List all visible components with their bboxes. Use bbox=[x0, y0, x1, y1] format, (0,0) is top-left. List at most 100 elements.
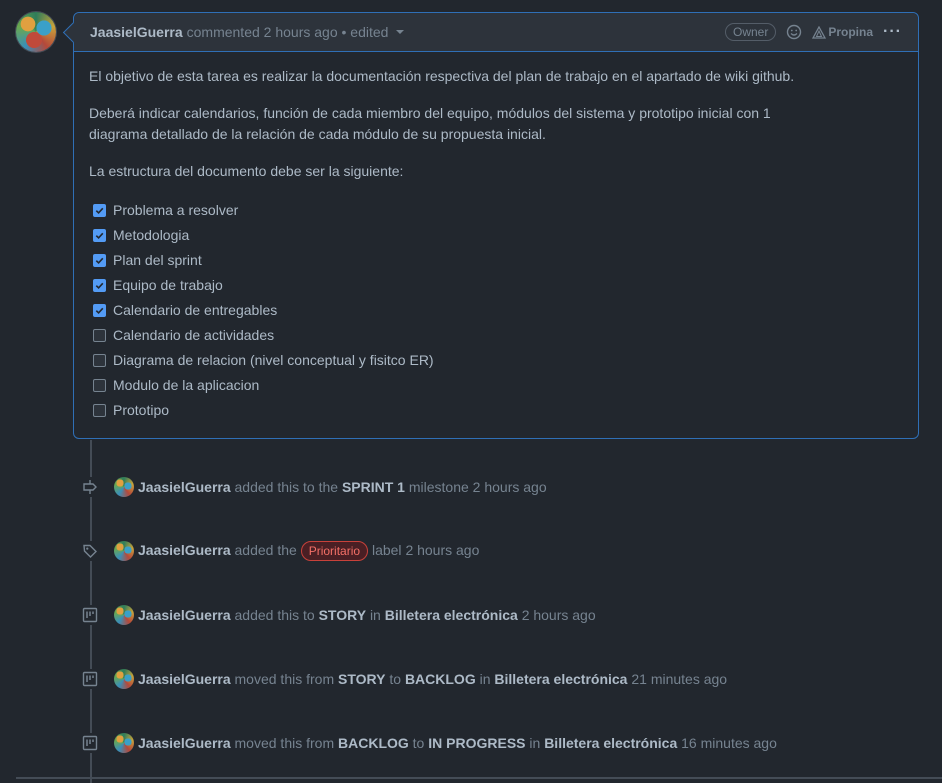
paragraph-structure: La estructura del documento debe ser la … bbox=[89, 163, 404, 179]
task-item: Modulo de la aplicacion bbox=[89, 373, 903, 398]
chevron-down-icon[interactable] bbox=[396, 30, 405, 34]
event-text-part: added the bbox=[234, 542, 297, 558]
task-checkbox[interactable] bbox=[93, 404, 106, 417]
event-text: JaasielGuerra added the Prioritario labe… bbox=[138, 541, 479, 561]
milestone-icon bbox=[80, 477, 100, 497]
comment-author-link[interactable]: JaasielGuerra bbox=[90, 24, 183, 40]
event-text-part: in bbox=[479, 671, 491, 687]
project-link[interactable]: Billetera electrónica bbox=[385, 607, 518, 623]
event-user-link[interactable]: JaasielGuerra bbox=[138, 542, 231, 558]
event-text-part: moved this from bbox=[234, 671, 335, 687]
event-time[interactable]: 2 hours ago bbox=[405, 542, 479, 558]
task-label: Metodologia bbox=[113, 227, 190, 243]
event-text-part: in bbox=[369, 607, 381, 623]
task-label: Equipo de trabajo bbox=[113, 277, 223, 293]
comment-body: El objetivo de esta tarea es realizar la… bbox=[74, 52, 918, 437]
column-name: BACKLOG bbox=[338, 735, 409, 751]
avatar[interactable] bbox=[114, 669, 134, 689]
column-name: IN PROGRESS bbox=[428, 735, 526, 751]
timeline-event-project: JaasielGuerra added this to STORY in Bil… bbox=[80, 603, 596, 627]
task-checkbox[interactable] bbox=[93, 329, 106, 342]
issue-comment: JaasielGuerra commented 2 hours ago • ed… bbox=[73, 12, 919, 439]
timeline-event-project-move: JaasielGuerra moved this from BACKLOG to… bbox=[80, 731, 777, 755]
task-label: Calendario de actividades bbox=[113, 327, 275, 343]
project-icon bbox=[80, 733, 100, 753]
task-label: Modulo de la aplicacion bbox=[113, 377, 260, 393]
milestone-link[interactable]: SPRINT 1 bbox=[342, 479, 405, 495]
paragraph-instructions-line1: Deberá indicar calendarios, función de c… bbox=[89, 105, 771, 121]
task-list: Problema a resolver Metodologia Plan del… bbox=[89, 198, 903, 423]
timeline-event-milestone: JaasielGuerra added this to the SPRINT 1… bbox=[80, 475, 547, 499]
task-label: Calendario de entregables bbox=[113, 302, 278, 318]
event-text-part: added this to the bbox=[234, 479, 339, 495]
event-user-link[interactable]: JaasielGuerra bbox=[138, 607, 231, 623]
task-checkbox[interactable] bbox=[93, 204, 106, 217]
task-label: Problema a resolver bbox=[113, 202, 239, 218]
propina-label: Propina bbox=[828, 25, 874, 39]
task-item: Metodologia bbox=[89, 223, 903, 248]
task-checkbox[interactable] bbox=[93, 229, 106, 242]
event-text-part: moved this from bbox=[234, 735, 335, 751]
divider bbox=[16, 777, 942, 779]
task-item: Equipo de trabajo bbox=[89, 273, 903, 298]
event-user-link[interactable]: JaasielGuerra bbox=[138, 671, 231, 687]
event-text-part: milestone bbox=[408, 479, 469, 495]
task-checkbox[interactable] bbox=[93, 304, 106, 317]
kebab-menu-icon[interactable]: ··· bbox=[883, 23, 902, 41]
column-name: STORY bbox=[318, 607, 367, 623]
project-icon bbox=[80, 669, 100, 689]
event-text-part: to bbox=[389, 671, 402, 687]
event-text-part: label bbox=[371, 542, 402, 558]
task-label: Prototipo bbox=[113, 402, 170, 418]
task-item: Calendario de entregables bbox=[89, 298, 903, 323]
owner-badge: Owner bbox=[725, 23, 777, 41]
task-label: Diagrama de relacion (nivel conceptual y… bbox=[113, 352, 434, 368]
task-item: Plan del sprint bbox=[89, 248, 903, 273]
label-badge-prioritario[interactable]: Prioritario bbox=[300, 541, 369, 561]
column-name: STORY bbox=[338, 671, 386, 687]
avatar[interactable] bbox=[114, 733, 134, 753]
event-time[interactable]: 2 hours ago bbox=[522, 607, 596, 623]
comment-header: JaasielGuerra commented 2 hours ago • ed… bbox=[74, 13, 918, 52]
event-text: JaasielGuerra moved this from BACKLOG to… bbox=[138, 735, 777, 751]
event-time[interactable]: 2 hours ago bbox=[473, 479, 547, 495]
event-text: JaasielGuerra moved this from STORY to B… bbox=[138, 671, 727, 687]
task-label: Plan del sprint bbox=[113, 252, 202, 268]
column-name: BACKLOG bbox=[404, 671, 476, 687]
comment-meta[interactable]: commented 2 hours ago • edited bbox=[187, 24, 389, 40]
triangle-alert-icon bbox=[812, 25, 827, 39]
comment-header-actions: Owner Propina ··· bbox=[725, 23, 902, 41]
project-link[interactable]: Billetera electrónica bbox=[544, 735, 677, 751]
event-time[interactable]: 21 minutes ago bbox=[631, 671, 727, 687]
paragraph-objective: El objetivo de esta tarea es realizar la… bbox=[89, 68, 795, 84]
propina-button[interactable]: Propina bbox=[812, 25, 873, 39]
event-user-link[interactable]: JaasielGuerra bbox=[138, 479, 231, 495]
task-item: Calendario de actividades bbox=[89, 323, 903, 348]
event-text: JaasielGuerra added this to STORY in Bil… bbox=[138, 607, 596, 623]
author-avatar[interactable] bbox=[16, 12, 56, 52]
project-link[interactable]: Billetera electrónica bbox=[494, 671, 627, 687]
event-user-link[interactable]: JaasielGuerra bbox=[138, 735, 231, 751]
timeline-event-label: JaasielGuerra added the Prioritario labe… bbox=[80, 539, 479, 563]
tag-icon bbox=[80, 541, 100, 561]
paragraph-instructions: Deberá indicar calendarios, función de c… bbox=[89, 103, 903, 145]
task-item: Problema a resolver bbox=[89, 198, 903, 223]
avatar[interactable] bbox=[114, 541, 134, 561]
event-time[interactable]: 16 minutes ago bbox=[681, 735, 777, 751]
event-text-part: added this to bbox=[234, 607, 315, 623]
task-checkbox[interactable] bbox=[93, 279, 106, 292]
event-text-part: to bbox=[412, 735, 425, 751]
avatar[interactable] bbox=[114, 477, 134, 497]
project-icon bbox=[80, 605, 100, 625]
timeline-event-project-move: JaasielGuerra moved this from STORY to B… bbox=[80, 667, 727, 691]
task-checkbox[interactable] bbox=[93, 379, 106, 392]
smiley-icon[interactable] bbox=[786, 24, 802, 40]
task-item: Diagrama de relacion (nivel conceptual y… bbox=[89, 348, 903, 373]
task-item: Prototipo bbox=[89, 398, 903, 423]
task-checkbox[interactable] bbox=[93, 254, 106, 267]
paragraph-instructions-line2: diagrama detallado de la relación de cad… bbox=[89, 126, 546, 142]
event-text-part: in bbox=[529, 735, 541, 751]
task-checkbox[interactable] bbox=[93, 354, 106, 367]
avatar[interactable] bbox=[114, 605, 134, 625]
event-text: JaasielGuerra added this to the SPRINT 1… bbox=[138, 479, 547, 495]
